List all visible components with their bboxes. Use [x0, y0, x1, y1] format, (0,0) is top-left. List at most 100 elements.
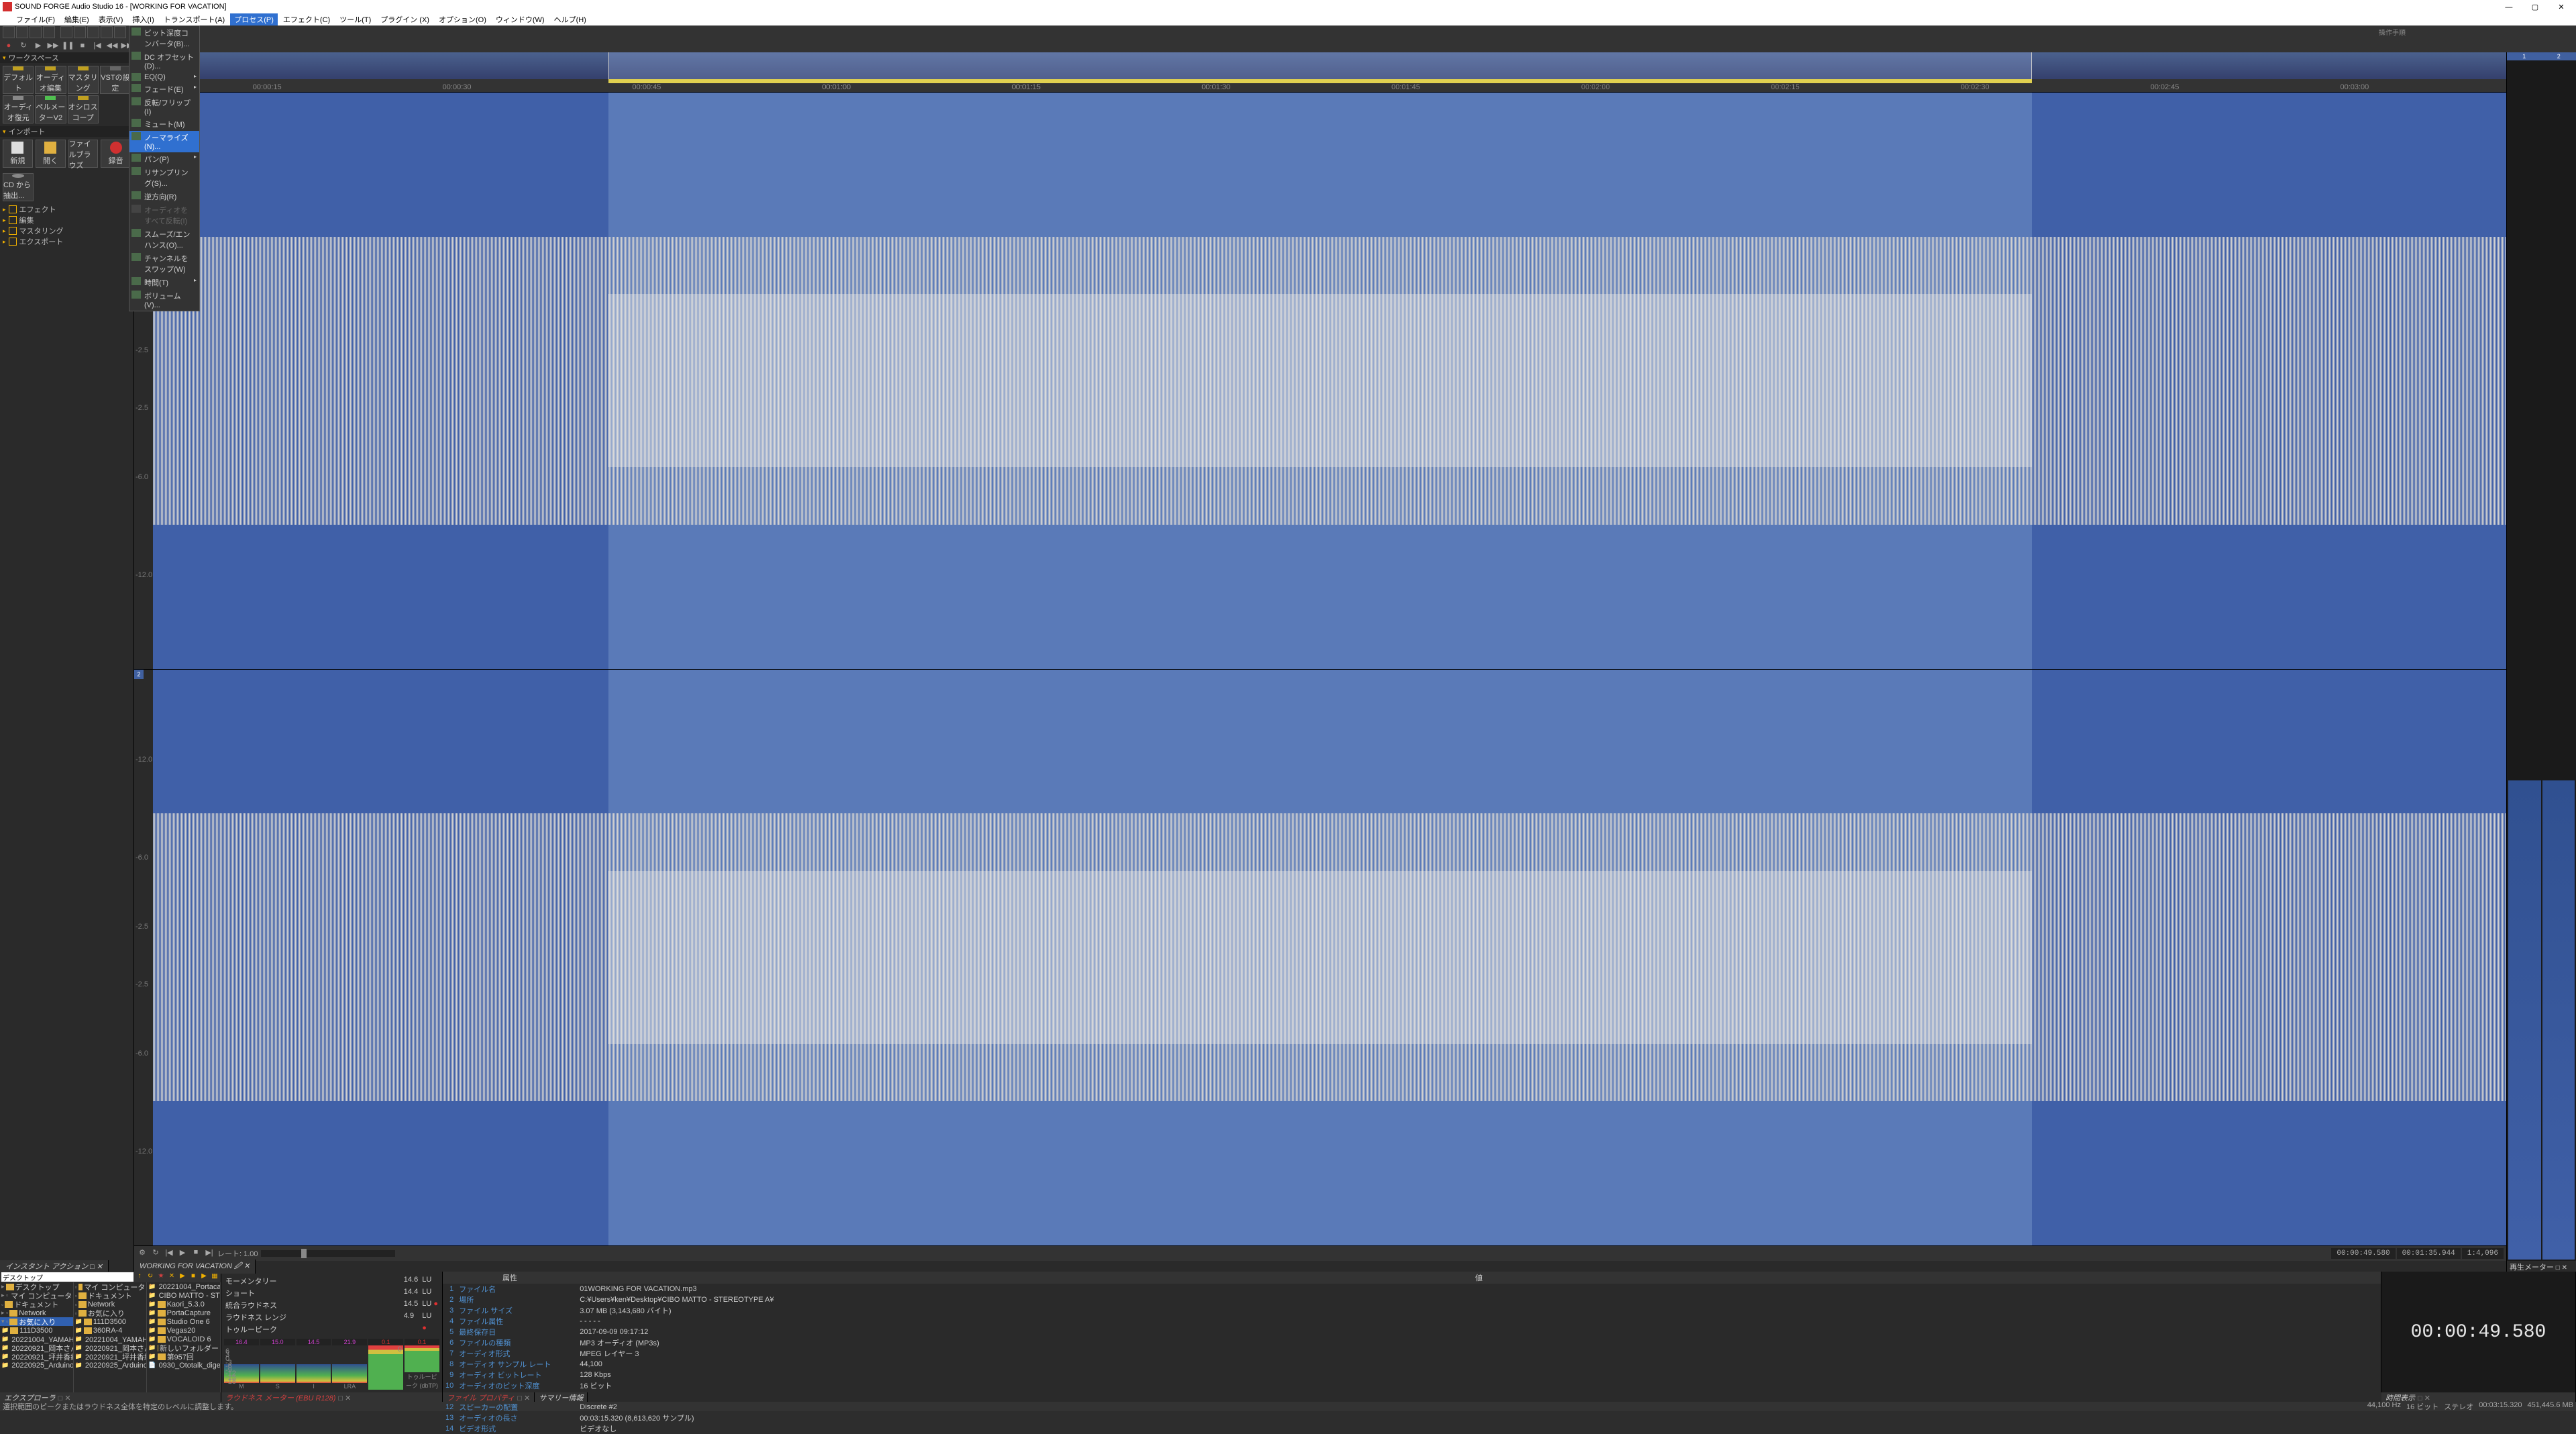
mi-reverse[interactable]: 逆方向(R)	[129, 190, 199, 203]
loudness-tab[interactable]: ラウドネス メーター (EBU R128)□ ✕	[221, 1392, 443, 1402]
close-icon[interactable]: □ ✕	[517, 1394, 530, 1402]
play-button[interactable]: ▶	[32, 40, 44, 51]
explorer-auto-icon[interactable]: ▶	[199, 1272, 209, 1282]
properties-tab[interactable]: ファイル プロパティ□ ✕	[443, 1392, 535, 1402]
close-icon[interactable]: ✕	[244, 1262, 250, 1270]
ws-edit[interactable]: オーディオ編集	[35, 66, 66, 94]
explorer-item[interactable]: 📁20220925_Arduino	[74, 1361, 147, 1370]
loop-button[interactable]: ↻	[17, 40, 30, 51]
menu-transport[interactable]: トランスポート(A)	[160, 13, 229, 25]
import-new[interactable]: 新規	[3, 140, 33, 168]
close-button[interactable]: ✕	[2549, 3, 2573, 11]
ws-vst[interactable]: VSTの設定	[100, 66, 131, 94]
mi-mute[interactable]: ミュート(M)	[129, 117, 199, 131]
explorer-up-icon[interactable]: ↑	[135, 1272, 144, 1282]
mi-smooth[interactable]: スムーズ/エンハンス(O)...	[129, 227, 199, 252]
mi-bit-depth[interactable]: ビット深度コンバータ(B)...	[129, 26, 199, 50]
explorer-item[interactable]: 📁CIBO MATTO - STE	[147, 1291, 220, 1300]
wt-play-icon[interactable]: ▶	[177, 1248, 188, 1259]
mi-pan[interactable]: パン(P)	[129, 152, 199, 166]
summary-tab[interactable]: サマリー情報	[535, 1392, 588, 1402]
rewind-button[interactable]: ◀◀	[106, 40, 118, 51]
tool-trim-icon[interactable]	[114, 26, 126, 38]
go-start-button[interactable]: |◀	[91, 40, 103, 51]
cat-edit[interactable]: ▸編集	[0, 215, 133, 225]
mi-normalize[interactable]: ノーマライズ(N)...	[129, 131, 199, 152]
tool-mix-icon[interactable]	[101, 26, 113, 38]
mi-swap-ch[interactable]: チャンネルをスワップ(W)	[129, 252, 199, 276]
collapse-icon[interactable]: ▾	[3, 54, 6, 62]
explorer-item[interactable]: ▾ ▫お気に入り	[0, 1317, 73, 1326]
mi-resample[interactable]: リサンプリング(S)...	[129, 166, 199, 190]
explorer-item[interactable]: ▫ドキュメント	[74, 1291, 147, 1300]
explorer-item[interactable]: 📄0930_Ototalk_diges	[147, 1361, 220, 1370]
menu-tool[interactable]: ツール(T)	[335, 13, 375, 25]
ws-restore[interactable]: オーディオ復元	[3, 95, 34, 123]
instant-action-tab[interactable]: インスタント アクション □ ✕	[0, 1260, 109, 1272]
tool-copy-icon[interactable]	[74, 26, 86, 38]
rate-slider[interactable]	[261, 1250, 395, 1257]
ws-oscillo[interactable]: オシロスコープ	[68, 95, 99, 123]
mi-volume[interactable]: ボリューム(V)...	[129, 289, 199, 311]
menu-help[interactable]: ヘルプ(H)	[550, 13, 590, 25]
mi-dc-offset[interactable]: DC オフセット(D)...	[129, 50, 199, 72]
wt-loop-icon[interactable]: ↻	[150, 1248, 161, 1259]
record-button[interactable]: ●	[3, 40, 15, 51]
wt-end-icon[interactable]: ▶|	[204, 1248, 215, 1259]
tool-paste-icon[interactable]	[87, 26, 99, 38]
import-cd[interactable]: CD から抽出...	[3, 173, 34, 201]
time-ruler[interactable]: 00:00:1500:00:3000:00:4500:01:0000:01:15…	[134, 83, 2506, 93]
import-record[interactable]: 録音	[101, 140, 131, 168]
minimize-button[interactable]: —	[2497, 3, 2521, 11]
ws-default[interactable]: デフォルト	[3, 66, 34, 94]
ws-meter[interactable]: ペルメーターV2	[35, 95, 66, 123]
tool-open-icon[interactable]	[16, 26, 28, 38]
ws-master[interactable]: マスタリング	[68, 66, 99, 94]
menu-window[interactable]: ウィンドウ(W)	[492, 13, 549, 25]
menu-option[interactable]: オプション(O)	[435, 13, 490, 25]
import-browse[interactable]: ファイルブラウズ	[68, 140, 99, 168]
mi-invert[interactable]: 反転/フリップ(I)	[129, 96, 199, 117]
explorer-item[interactable]: ▫お気に入り	[74, 1309, 147, 1317]
maximize-button[interactable]: ▢	[2523, 3, 2547, 11]
explorer-item[interactable]: 📁第957回	[147, 1352, 220, 1361]
menu-edit[interactable]: 編集(E)	[60, 13, 93, 25]
menu-insert[interactable]: 挿入(I)	[128, 13, 158, 25]
wave-file-tab[interactable]: WORKING FOR VACATION 🖉 ✕	[134, 1260, 256, 1274]
explorer-stop-icon[interactable]: ■	[189, 1272, 198, 1282]
tool-save-icon[interactable]	[30, 26, 42, 38]
explorer-address[interactable]: デスクトップ	[1, 1272, 133, 1282]
explorer-fav-icon[interactable]: ★	[156, 1272, 166, 1282]
tool-new-icon[interactable]	[3, 26, 15, 38]
explorer-item[interactable]: 📁Vegas20	[147, 1326, 220, 1335]
explorer-item[interactable]: 📁20220921_坪井香織さん	[0, 1352, 73, 1361]
explorer-item[interactable]: 📁Studio One 6	[147, 1317, 220, 1326]
menu-effect[interactable]: エフェクト(C)	[279, 13, 334, 25]
collapse-icon[interactable]: ▾	[3, 128, 6, 136]
explorer-play-icon[interactable]: ▶	[178, 1272, 187, 1282]
close-icon[interactable]: □ ✕	[338, 1394, 351, 1402]
play-meter-tab[interactable]: 再生メーター □ ✕	[2507, 1261, 2576, 1272]
menu-file[interactable]: ファイル(F)	[12, 13, 59, 25]
channel-1[interactable]: 1 -12.0-6.0-2.5-2.5-6.0-12.0	[134, 93, 2506, 670]
explorer-item[interactable]: 📁Kaori_5.3.0	[147, 1300, 220, 1309]
time-display-tab[interactable]: 時間表示□ ✕	[2381, 1392, 2576, 1402]
explorer-item[interactable]: 📁20220921_坪井香織さん	[74, 1352, 147, 1361]
tool-cut-icon[interactable]	[60, 26, 72, 38]
channel-2[interactable]: 2 -12.0-6.0-2.5-2.5-6.0-12.0	[134, 670, 2506, 1247]
import-open[interactable]: 開く	[36, 140, 66, 168]
mi-fade[interactable]: フェード(E)	[129, 83, 199, 96]
cat-export[interactable]: ▸エクスポート	[0, 236, 133, 247]
menu-plugin[interactable]: プラグイン (X)	[376, 13, 433, 25]
explorer-item[interactable]: 📁111D3500	[74, 1317, 147, 1326]
close-icon[interactable]: □ ✕	[90, 1263, 103, 1271]
menu-view[interactable]: 表示(V)	[95, 13, 127, 25]
explorer-item[interactable]: 📁20221004_Portacap	[147, 1282, 220, 1291]
stop-button[interactable]: ■	[76, 40, 89, 51]
explorer-item[interactable]: ▫ドキュメント	[0, 1300, 73, 1309]
explorer-del-icon[interactable]: ✕	[167, 1272, 176, 1282]
menu-process[interactable]: プロセス(P)	[230, 13, 278, 25]
wt-gear-icon[interactable]: ⚙	[137, 1248, 148, 1259]
play-all-button[interactable]: ▶▶	[47, 40, 59, 51]
tool-saveas-icon[interactable]	[43, 26, 55, 38]
